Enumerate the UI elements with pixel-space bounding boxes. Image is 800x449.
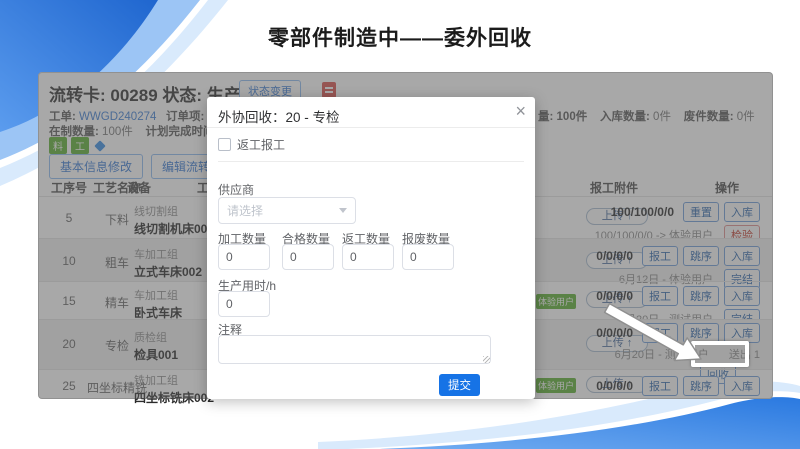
counts-line: 0/0/0/0报工跳序入库 (596, 286, 760, 306)
scrap-qty-input[interactable] (402, 244, 454, 270)
skip-button[interactable]: 跳序 (683, 376, 719, 396)
col-device: 设备 (127, 179, 167, 196)
skip-button[interactable]: 跳序 (683, 246, 719, 266)
rework-checkbox-row: 返工报工 (218, 136, 285, 153)
seq-cell: 10 (49, 254, 89, 268)
resize-handle[interactable] (483, 356, 490, 363)
seq-cell: 15 (49, 294, 89, 308)
submit-button[interactable]: 提交 (439, 374, 480, 396)
work-order-link[interactable]: WWGD240274 (79, 111, 156, 123)
close-icon[interactable]: × (515, 101, 526, 122)
col-operation: 操作 (697, 179, 757, 196)
rework-checkbox[interactable] (218, 138, 231, 151)
production-hours-input[interactable] (218, 291, 270, 317)
quantity-info-line: 量: 100件 入库数量: 0件 废件数量: 0件 (538, 108, 755, 124)
inbound-button[interactable]: 入库 (724, 286, 760, 306)
basic-info-edit-button[interactable]: 基本信息修改 (49, 154, 143, 179)
supplier-label: 供应商 (218, 181, 254, 198)
note-textarea[interactable] (218, 335, 491, 364)
seq-cell: 5 (49, 211, 89, 225)
report-button[interactable]: 报工 (642, 246, 678, 266)
seq-cell: 20 (49, 337, 89, 351)
counts-line: 100/100/0/0重置入库 (595, 202, 760, 222)
tag-icon (94, 140, 105, 151)
dialog-title: 外协回收：20 - 专检 (218, 106, 340, 126)
work-tag: 工 (71, 137, 89, 154)
rework-qty-input[interactable] (342, 244, 394, 270)
inbound-button[interactable]: 入库 (724, 376, 760, 396)
page-title: 零部件制造中——委外回收 (0, 22, 800, 52)
user-tag: 体验用户 (536, 294, 576, 309)
inbound-button[interactable]: 入库 (724, 323, 760, 343)
outsourcing-recovery-dialog: 外协回收：20 - 专检 × 返工报工 供应商 请选择 加工数量 合格数量 返工… (207, 97, 535, 399)
pass-qty-input[interactable] (282, 244, 334, 270)
user-tag: 体验用户 (536, 378, 576, 393)
counts-line: 0/0/0/0报工跳序入库 (596, 246, 760, 266)
supplier-placeholder: 请选择 (227, 202, 263, 219)
counts-line: 0/0/0/0报工跳序入库 (596, 323, 760, 343)
report-button[interactable]: 报工 (642, 376, 678, 396)
process-qty-input[interactable] (218, 244, 270, 270)
col-attachment: 报工附件 (584, 179, 644, 196)
skip-button[interactable]: 跳序 (683, 323, 719, 343)
order-item-label: 订单项: (166, 111, 204, 123)
pdf-file-icon[interactable] (322, 82, 336, 98)
report-button[interactable]: 报工 (642, 323, 678, 343)
reset-button[interactable]: 重置 (683, 202, 719, 222)
supplier-select[interactable]: 请选择 (218, 197, 356, 224)
report-button[interactable]: 报工 (642, 286, 678, 306)
counts-line: 0/0/0/0报工跳序入库 (596, 376, 760, 396)
chevron-down-icon (339, 208, 347, 213)
card-tags: 料 工 (49, 137, 104, 154)
skip-button[interactable]: 跳序 (683, 286, 719, 306)
divider (207, 127, 535, 128)
col-seq: 工序号 (49, 179, 89, 196)
inbound-button[interactable]: 入库 (724, 202, 760, 222)
divider (218, 161, 524, 162)
rework-checkbox-label: 返工报工 (237, 136, 285, 153)
inbound-button[interactable]: 入库 (724, 246, 760, 266)
seq-cell: 25 (49, 379, 89, 393)
work-order-label: 工单: (49, 111, 76, 123)
highlight-rectangle (691, 341, 749, 367)
material-tag: 料 (49, 137, 67, 154)
